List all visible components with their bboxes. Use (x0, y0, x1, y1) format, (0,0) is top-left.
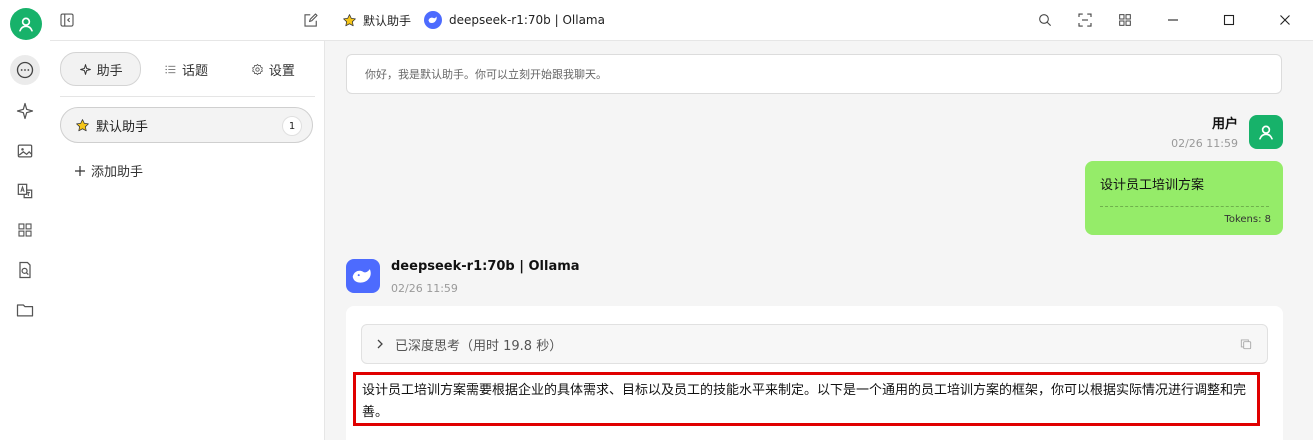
user-message-avatar (1249, 115, 1283, 149)
token-count: Tokens: 8 (1224, 214, 1271, 225)
user-message-text: 设计员工培训方案 (1100, 178, 1205, 193)
assistant-answer-text: 设计员工培训方案需要根据企业的具体需求、目标以及员工的技能水平来制定。以下是一个… (353, 372, 1260, 426)
assistant-message-time: 02/26 11:59 (391, 282, 458, 295)
nav-files[interactable] (10, 295, 40, 325)
assistant-list-item[interactable]: 默认助手 1 (60, 107, 313, 143)
bubble-divider (1100, 206, 1269, 207)
assistant-message-avatar (346, 259, 380, 293)
close-button[interactable] (1257, 0, 1313, 40)
assistant-message-card: 已深度思考（用时 19.8 秒） 设计员工培训方案需要根据企业的具体需求、目标以… (346, 306, 1283, 440)
chat-area: 你好，我是默认助手。你可以立刻开始跟我聊天。 用户 02/26 11:59 设计… (325, 40, 1313, 440)
chevron-right-icon (377, 339, 383, 349)
nav-agents[interactable] (10, 96, 40, 126)
tab-topics-label: 话题 (182, 63, 209, 79)
search-icon (1039, 14, 1052, 27)
gear-icon (252, 63, 263, 75)
sparkle-icon (79, 63, 91, 75)
user-icon (1259, 125, 1273, 140)
expand-icon (1078, 13, 1092, 27)
apps-button[interactable] (1105, 0, 1145, 40)
user-avatar[interactable] (10, 8, 42, 40)
translate-icon (17, 183, 33, 199)
copy-thinking-button[interactable] (1239, 337, 1253, 351)
fullscreen-button[interactable] (1065, 0, 1105, 40)
maximize-button[interactable] (1201, 0, 1257, 40)
new-topic-button[interactable] (302, 11, 320, 29)
grid-icon (1119, 14, 1131, 26)
add-assistant-button[interactable]: 添加助手 (74, 161, 143, 180)
star-icon (343, 14, 356, 27)
deepseek-logo-icon (424, 11, 442, 29)
minimize-button[interactable] (1145, 0, 1201, 40)
panel-tabs: 助手 话题 设置 (60, 52, 315, 86)
nav-apps[interactable] (10, 215, 40, 245)
minimize-icon (1168, 19, 1178, 21)
thinking-label: 已深度思考（用时 19.8 秒） (395, 338, 563, 354)
topic-count-badge: 1 (282, 116, 302, 136)
tab-settings[interactable]: 设置 (231, 53, 315, 85)
assistant-panel: 助手 话题 设置 默认助手 1 添加助手 (50, 40, 325, 440)
sidebar-toggle-button[interactable] (58, 11, 76, 29)
model-selector[interactable]: deepseek-r1:70b | Ollama (424, 11, 605, 29)
model-label: deepseek-r1:70b | Ollama (449, 13, 605, 27)
document-search-icon (19, 261, 31, 279)
edit-icon (304, 13, 318, 27)
tabs-divider (60, 96, 315, 97)
folder-icon (16, 304, 34, 317)
nav-translate[interactable] (10, 176, 40, 206)
nav-knowledge[interactable] (10, 255, 40, 285)
tab-topics[interactable]: 话题 (141, 53, 230, 85)
tab-assistants[interactable]: 助手 (60, 52, 142, 86)
maximize-icon (1223, 14, 1235, 26)
tab-settings-label: 设置 (268, 63, 295, 79)
top-bar: 默认助手 deepseek-r1:70b | Ollama (50, 0, 1313, 40)
deepseek-whale-icon (352, 269, 371, 283)
current-assistant-name: 默认助手 (363, 14, 412, 28)
greeting-text: 你好，我是默认助手。你可以立刻开始跟我聊天。 (365, 68, 607, 81)
nav-chat[interactable] (10, 55, 40, 85)
tab-assistants-label: 助手 (96, 63, 123, 79)
search-button[interactable] (1025, 0, 1065, 40)
assistant-message-name: deepseek-r1:70b | Ollama (391, 259, 580, 274)
assistant-name: 默认助手 (96, 119, 149, 135)
copy-icon (1240, 339, 1252, 350)
grid-icon (18, 223, 32, 237)
add-assistant-label: 添加助手 (91, 165, 144, 180)
close-icon (1280, 15, 1290, 25)
plus-icon (75, 165, 85, 176)
chat-bubble-icon (16, 61, 34, 79)
current-assistant[interactable]: 默认助手 (342, 12, 411, 29)
assistant-greeting[interactable]: 你好，我是默认助手。你可以立刻开始跟我聊天。 (346, 54, 1282, 94)
user-message-name: 用户 (1211, 117, 1238, 132)
nav-rail (0, 0, 50, 440)
star-icon (76, 118, 89, 131)
sidebar-toggle-icon (60, 13, 74, 27)
user-message-time: 02/26 11:59 (1171, 137, 1238, 150)
nav-paintings[interactable] (10, 136, 40, 166)
window-tools (1025, 0, 1313, 40)
user-icon (19, 17, 33, 32)
user-message-bubble: 设计员工培训方案 Tokens: 8 (1085, 161, 1283, 235)
sparkle-icon (16, 102, 34, 120)
image-icon (17, 144, 33, 158)
list-icon (165, 65, 176, 73)
thinking-collapse[interactable]: 已深度思考（用时 19.8 秒） (361, 324, 1268, 364)
